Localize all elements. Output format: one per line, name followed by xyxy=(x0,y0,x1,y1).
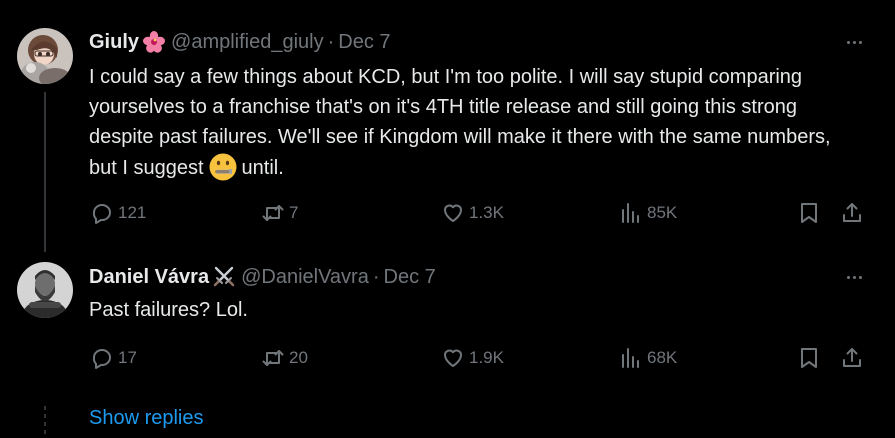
share-button[interactable] xyxy=(840,343,864,373)
tweet-text: Past failures? Lol. xyxy=(89,299,248,321)
reply-button[interactable]: 121 xyxy=(90,198,146,228)
avatar-giuly-image xyxy=(17,28,73,84)
avatar-daniel-vavra[interactable] xyxy=(17,262,73,318)
reply-count: 121 xyxy=(118,203,147,222)
tweet-actions: 17 20 1.9K 68K xyxy=(89,343,879,373)
heart-icon xyxy=(444,349,462,367)
thread-dots xyxy=(44,406,46,438)
reply-icon xyxy=(92,204,111,224)
thread-connector-line xyxy=(44,92,46,252)
reply-icon xyxy=(92,349,111,369)
header-separator: · xyxy=(372,265,380,288)
hibiscus-flower-icon xyxy=(142,30,166,54)
crossed-swords-icon xyxy=(212,265,236,289)
author-handle[interactable]: @amplified_giuly xyxy=(171,31,324,54)
like-button[interactable]: 1.3K xyxy=(441,198,504,228)
bookmark-button[interactable] xyxy=(797,198,821,228)
repost-button[interactable]: 20 xyxy=(261,343,308,373)
tweet-giuly[interactable]: Giuly @amplified_giuly · Dec 7 I could s… xyxy=(0,0,895,252)
repost-count: 20 xyxy=(289,348,308,367)
reply-count: 17 xyxy=(118,348,137,367)
tweet-daniel-vavra[interactable]: Daniel Vávra @DanielVavra · Dec 7 Past f… xyxy=(0,250,895,434)
repost-icon xyxy=(262,205,284,221)
bar-chart-icon xyxy=(622,203,639,223)
bookmark-icon xyxy=(801,348,817,368)
show-replies-link[interactable]: Show replies xyxy=(89,404,204,432)
author-name[interactable]: Daniel Vávra xyxy=(89,266,209,289)
tweet-text: I could say a few things about KCD, but … xyxy=(89,62,859,183)
bar-chart-icon xyxy=(622,348,639,368)
views-button[interactable]: 68K xyxy=(619,343,677,373)
heart-icon xyxy=(444,204,462,222)
reply-button[interactable]: 17 xyxy=(90,343,137,373)
more-options-icon[interactable] xyxy=(839,31,869,53)
repost-icon xyxy=(262,350,284,366)
tweet-header: Giuly @amplified_giuly · Dec 7 xyxy=(89,29,391,55)
author-name[interactable]: Giuly xyxy=(89,31,139,54)
avatar-giuly[interactable] xyxy=(17,28,73,84)
more-options-icon[interactable] xyxy=(839,266,869,288)
share-icon xyxy=(843,348,861,367)
tweet-text-part-1: I could say a few things about KCD, but … xyxy=(89,66,831,179)
tweet-actions: 121 7 1.3K 85K xyxy=(89,198,879,228)
like-count: 1.9K xyxy=(469,348,504,367)
tweet-text-part-2: until. xyxy=(241,157,284,179)
views-button[interactable]: 85K xyxy=(619,198,677,228)
view-count: 68K xyxy=(647,348,678,367)
repost-count: 7 xyxy=(289,203,299,222)
bookmark-button[interactable] xyxy=(797,343,821,373)
repost-button[interactable]: 7 xyxy=(261,198,298,228)
author-handle[interactable]: @DanielVavra xyxy=(241,266,369,289)
like-count: 1.3K xyxy=(469,203,504,222)
share-icon xyxy=(843,203,861,222)
like-button[interactable]: 1.9K xyxy=(441,343,504,373)
header-separator: · xyxy=(327,30,335,53)
avatar-daniel-vavra-image xyxy=(17,262,73,318)
tweet-date[interactable]: Dec 7 xyxy=(384,266,436,289)
bookmark-icon xyxy=(801,203,817,223)
share-button[interactable] xyxy=(840,198,864,228)
zipper-mouth-face-icon xyxy=(208,152,238,182)
tweet-header: Daniel Vávra @DanielVavra · Dec 7 xyxy=(89,264,436,290)
tweet-date[interactable]: Dec 7 xyxy=(338,31,390,54)
view-count: 85K xyxy=(647,203,678,222)
